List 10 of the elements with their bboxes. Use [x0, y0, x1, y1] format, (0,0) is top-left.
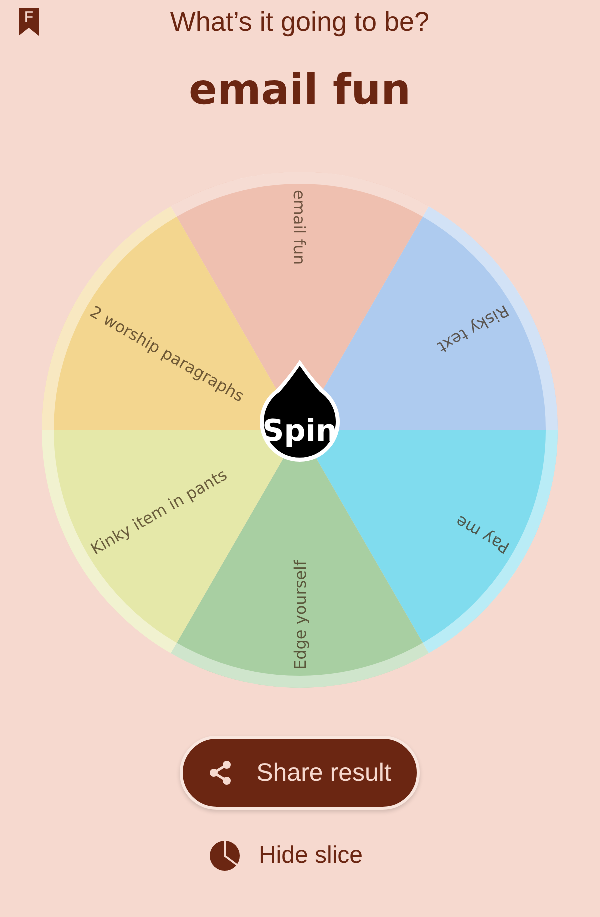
bookmark-icon[interactable]: F: [17, 6, 41, 38]
share-result-button[interactable]: Share result: [180, 736, 420, 810]
hide-slice-button[interactable]: Hide slice: [208, 840, 364, 872]
spin-button[interactable]: Spin: [260, 360, 340, 462]
slice-label: email fun: [290, 190, 309, 266]
pie-chart-icon: [208, 840, 241, 872]
page-title: What’s it going to be?: [170, 6, 430, 39]
slice-label: Pay me: [452, 512, 513, 558]
slice-label: Edge yourself: [291, 560, 310, 670]
result-text: email fun: [188, 64, 412, 116]
